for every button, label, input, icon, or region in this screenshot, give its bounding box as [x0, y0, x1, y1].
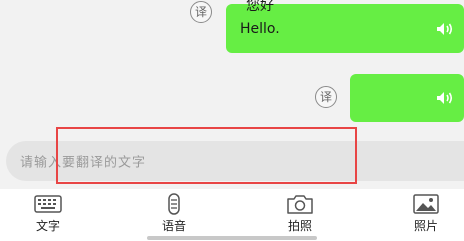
microphone-icon [168, 193, 180, 215]
message-bubble[interactable]: 您好 Hello. [226, 0, 464, 53]
chat-area: 译 您好 Hello. 译 [0, 0, 464, 131]
tab-label: 照片 [413, 219, 438, 233]
tab-label: 语音 [161, 219, 186, 233]
keyboard-icon [34, 195, 62, 213]
message-text-partial: 您好 [246, 0, 274, 14]
highlight-box [56, 127, 357, 184]
translate-button[interactable]: 译 [315, 86, 337, 108]
tab-voice[interactable]: 语音 [134, 189, 214, 235]
bottom-tab-bar: 文字 语音 拍照 照片 [0, 189, 464, 241]
message-text: Hello. [240, 20, 280, 37]
speaker-icon[interactable] [436, 91, 454, 105]
translate-glyph: 译 [319, 90, 332, 104]
tab-photo[interactable]: 照片 [386, 189, 464, 235]
tab-label: 拍照 [287, 219, 312, 233]
translate-button[interactable]: 译 [190, 1, 212, 23]
tab-camera[interactable]: 拍照 [260, 189, 340, 235]
speaker-icon[interactable] [436, 22, 454, 36]
home-indicator [147, 236, 317, 240]
message-bubble[interactable] [350, 74, 464, 122]
camera-icon [287, 195, 313, 214]
translate-glyph: 译 [194, 5, 207, 19]
image-icon [413, 194, 439, 214]
tab-label: 文字 [35, 219, 60, 233]
tab-text[interactable]: 文字 [8, 189, 88, 235]
